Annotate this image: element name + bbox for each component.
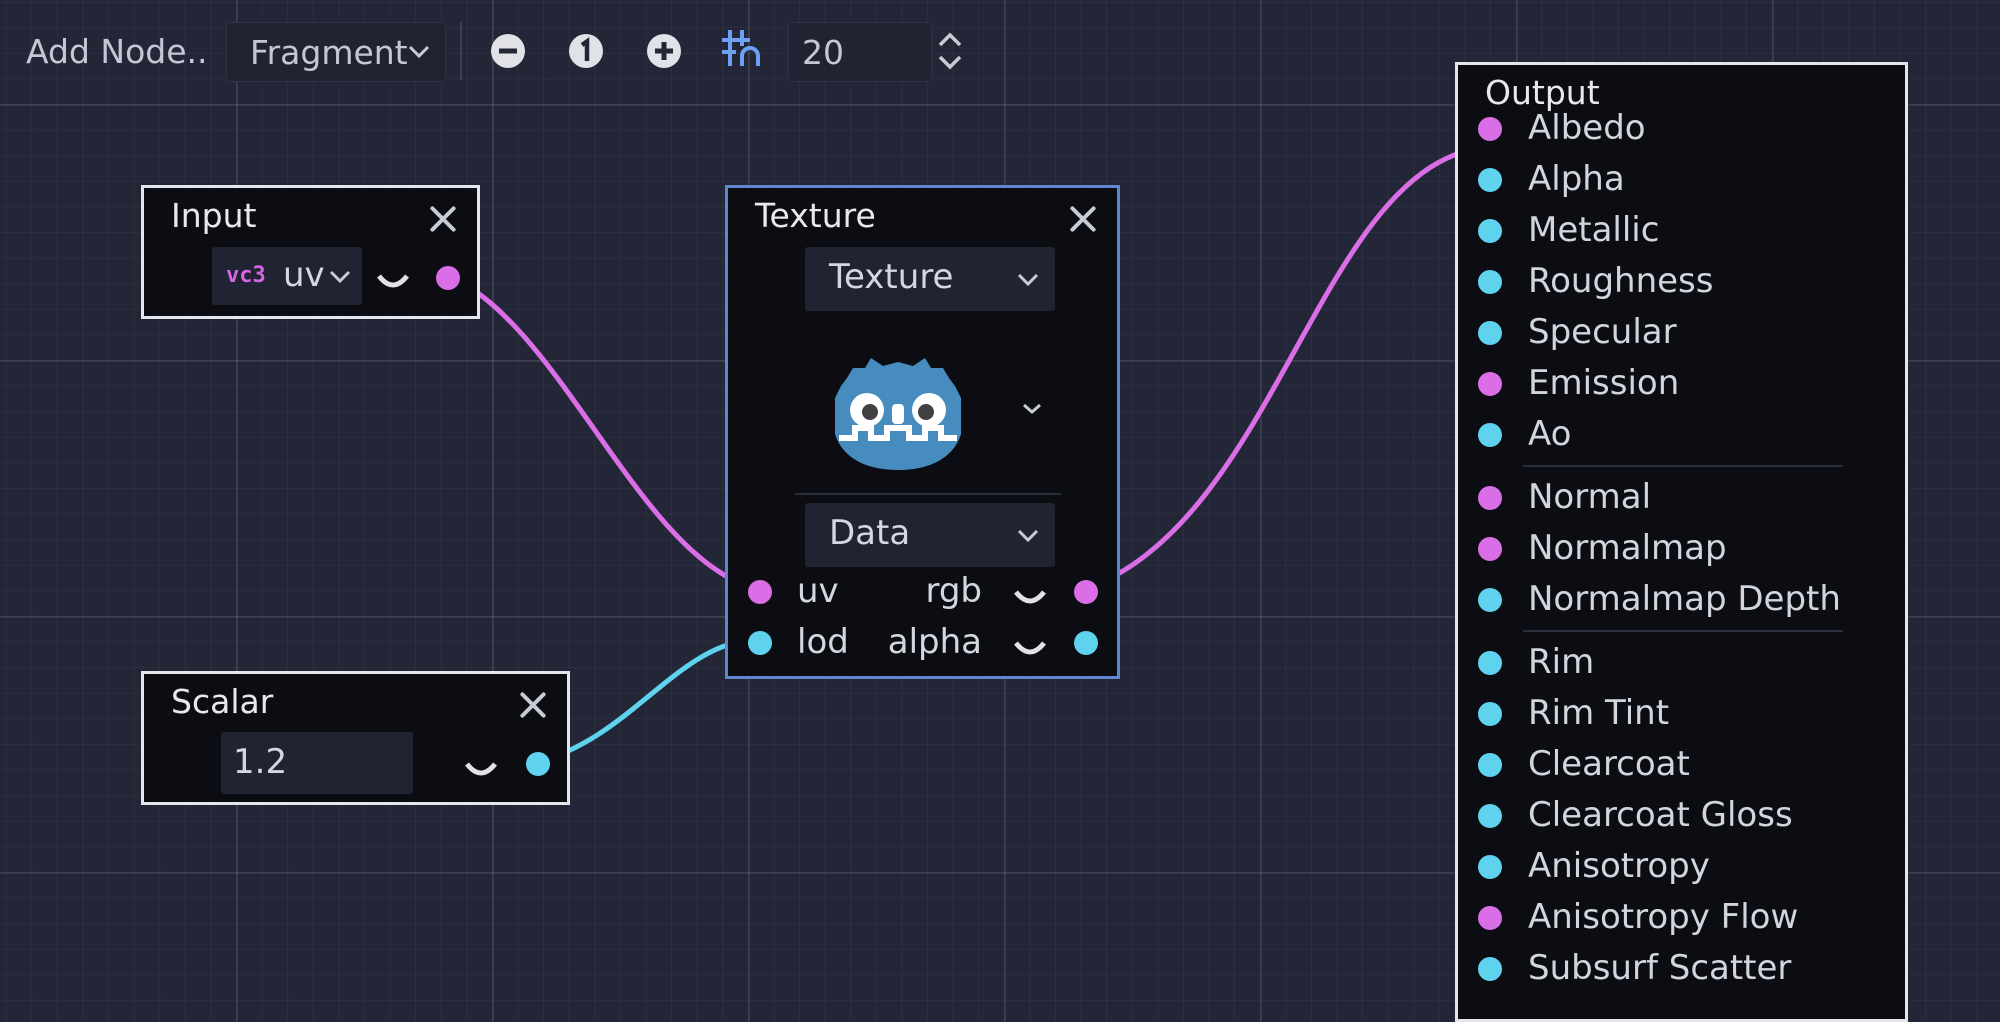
chevron-down-icon: [408, 45, 430, 59]
input-port-label: Normalmap: [1528, 528, 1727, 568]
input-port-label: uv: [797, 571, 839, 611]
snap-value-field[interactable]: 20: [788, 22, 932, 82]
chevron-down-icon: [1017, 273, 1039, 287]
input-port-label: Roughness: [1528, 261, 1714, 301]
output-port-alpha[interactable]: [1074, 631, 1098, 655]
input-port-label: Ao: [1528, 414, 1572, 454]
close-icon[interactable]: [1068, 204, 1098, 234]
input-port-albedo[interactable]: [1478, 117, 1502, 141]
input-port-label: Anisotropy Flow: [1528, 897, 1799, 937]
input-port-label: Albedo: [1528, 108, 1646, 148]
chevron-down-icon[interactable]: [1020, 401, 1044, 417]
input-port-label: Alpha: [1528, 159, 1625, 199]
output-port-label: alpha: [887, 622, 982, 662]
texture-type-value: Data: [829, 513, 911, 553]
input-port-roughness[interactable]: [1478, 270, 1502, 294]
node-title: Scalar: [171, 682, 274, 721]
node-title: Texture: [755, 196, 876, 235]
separator: [1523, 630, 1843, 632]
zoom-in-icon[interactable]: [647, 34, 681, 68]
input-port-ao[interactable]: [1478, 423, 1502, 447]
output-port-label: rgb: [925, 571, 982, 611]
close-icon[interactable]: [428, 204, 458, 234]
node-title: Output: [1485, 73, 1600, 112]
separator: [795, 493, 1061, 495]
add-node-button[interactable]: Add Node..: [26, 32, 207, 71]
expand-icon[interactable]: [376, 272, 410, 294]
input-name: uv: [283, 255, 325, 295]
texture-type-select[interactable]: Data: [805, 503, 1055, 567]
input-port-label: Anisotropy: [1528, 846, 1710, 886]
output-port-rgb[interactable]: [1074, 580, 1098, 604]
input-type-select[interactable]: vc3 uv: [212, 247, 362, 305]
input-port-emission[interactable]: [1478, 372, 1502, 396]
input-port-specular[interactable]: [1478, 321, 1502, 345]
shader-mode-value: Fragment: [250, 33, 408, 72]
input-port-normal[interactable]: [1478, 486, 1502, 510]
spinner-arrows-icon[interactable]: [937, 30, 963, 72]
separator: [1523, 465, 1843, 467]
input-port-lod[interactable]: [748, 631, 772, 655]
shader-mode-select[interactable]: Fragment: [226, 22, 446, 82]
input-port-clearcoat-gloss[interactable]: [1478, 804, 1502, 828]
output-node[interactable]: Output Albedo Alpha Metallic Roughness Specu…: [1455, 62, 1908, 1022]
input-port-alpha[interactable]: [1478, 168, 1502, 192]
output-port-scalar[interactable]: [526, 752, 550, 776]
chevron-down-icon: [329, 270, 351, 284]
chevron-down-icon: [1017, 529, 1039, 543]
expand-icon[interactable]: [1013, 588, 1047, 610]
zoom-reset-icon[interactable]: [569, 34, 603, 68]
input-node[interactable]: Input vc3 uv: [141, 185, 480, 319]
input-port-label: Specular: [1528, 312, 1677, 352]
input-port-label: Normalmap Depth: [1528, 579, 1841, 619]
snap-grid-icon[interactable]: [720, 28, 762, 70]
wire-input-uv-to-texture-uv[interactable]: [445, 272, 758, 592]
output-port-uv[interactable]: [436, 266, 460, 290]
toolbar-separator: [460, 22, 462, 80]
scalar-value-field[interactable]: 1.2: [221, 732, 413, 794]
input-port-uv[interactable]: [748, 580, 772, 604]
vec3-type-badge: vc3: [226, 263, 266, 288]
expand-icon[interactable]: [1013, 639, 1047, 661]
input-port-label: Metallic: [1528, 210, 1660, 250]
input-port-label: Rim Tint: [1528, 693, 1670, 733]
input-port-anisotropy[interactable]: [1478, 855, 1502, 879]
texture-source-select[interactable]: Texture: [805, 247, 1055, 311]
expand-icon[interactable]: [464, 760, 498, 782]
input-port-label: Clearcoat: [1528, 744, 1690, 784]
input-port-label: Normal: [1528, 477, 1652, 517]
input-port-normalmap-depth[interactable]: [1478, 588, 1502, 612]
input-port-normalmap[interactable]: [1478, 537, 1502, 561]
input-port-clearcoat[interactable]: [1478, 753, 1502, 777]
close-icon[interactable]: [518, 690, 548, 720]
input-port-subsurf-scatter[interactable]: [1478, 957, 1502, 981]
snap-value: 20: [802, 33, 844, 72]
input-port-label: Subsurf Scatter: [1528, 948, 1792, 988]
godot-logo-icon[interactable]: [825, 338, 971, 476]
scalar-value: 1.2: [233, 742, 288, 782]
texture-source-value: Texture: [829, 257, 954, 297]
wire-texture-rgb-to-output-albedo[interactable]: [1084, 144, 1490, 592]
input-port-rim[interactable]: [1478, 651, 1502, 675]
input-port-label: Emission: [1528, 363, 1680, 403]
input-port-rim-tint[interactable]: [1478, 702, 1502, 726]
input-port-metallic[interactable]: [1478, 219, 1502, 243]
texture-node[interactable]: Texture Texture Data uv lod rgb alpha: [725, 185, 1120, 679]
zoom-out-icon[interactable]: [491, 34, 525, 68]
scalar-node[interactable]: Scalar 1.2: [141, 671, 570, 805]
input-port-anisotropy-flow[interactable]: [1478, 906, 1502, 930]
input-port-label: Rim: [1528, 642, 1595, 682]
input-port-label: Clearcoat Gloss: [1528, 795, 1793, 835]
node-title: Input: [171, 196, 257, 235]
input-port-label: lod: [797, 622, 849, 662]
